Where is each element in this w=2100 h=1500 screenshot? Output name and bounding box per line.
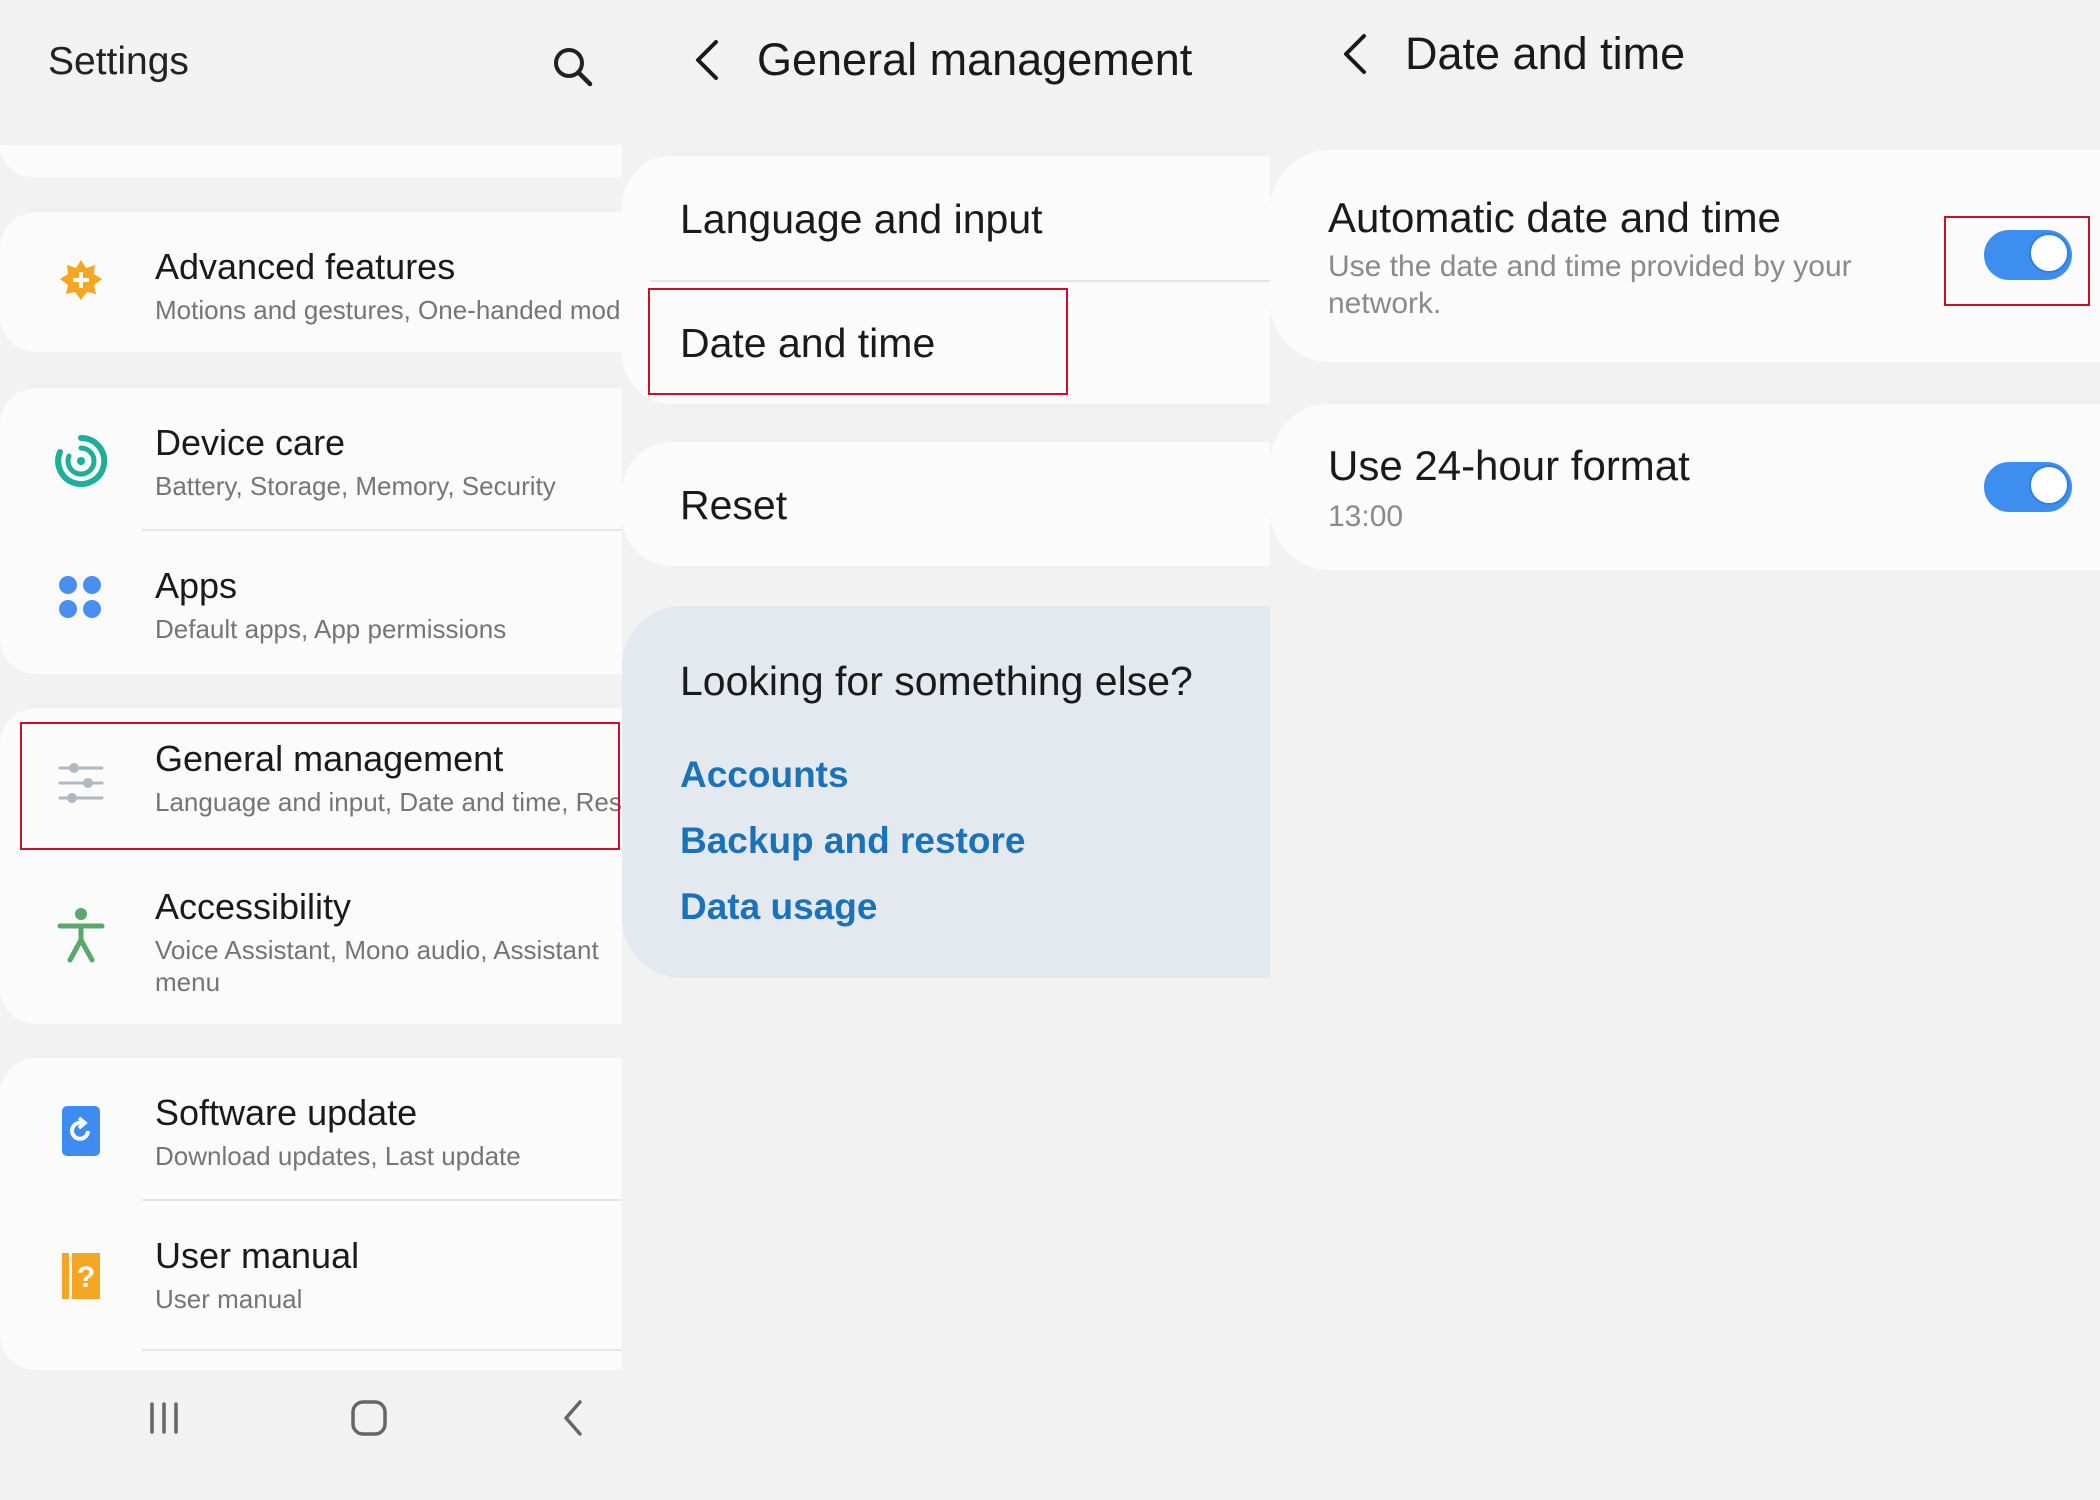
item-subtitle: Battery, Storage, Memory, Security bbox=[155, 471, 556, 501]
menu-item-reset[interactable]: Reset bbox=[680, 482, 787, 529]
settings-pane: Settings Advanced features Motions and g… bbox=[0, 0, 622, 1500]
user-manual-icon: ? bbox=[52, 1247, 110, 1305]
setting-subtitle: 13:00 bbox=[1328, 500, 1404, 533]
item-subtitle: User manual bbox=[155, 1284, 303, 1314]
item-title: Advanced features bbox=[155, 246, 456, 287]
item-title: User manual bbox=[155, 1235, 360, 1276]
software-update-icon bbox=[52, 1102, 110, 1160]
recents-icon[interactable] bbox=[134, 1378, 194, 1458]
item-subtitle: Default apps, App permissions bbox=[155, 614, 507, 644]
page-title: General management bbox=[757, 34, 1193, 85]
settings-title: Settings bbox=[48, 40, 189, 83]
setting-subtitle: Use the date and time provided by your n… bbox=[1328, 250, 1852, 320]
setting-24-hour-format[interactable]: Use 24-hour format 13:00 bbox=[1270, 404, 2100, 570]
general-management-pane: General management Language and input Da… bbox=[622, 0, 1270, 1500]
accessibility-person-icon bbox=[52, 906, 110, 964]
setting-title: Automatic date and time bbox=[1328, 194, 1781, 241]
highlight-automatic-toggle bbox=[1944, 216, 2090, 306]
item-subtitle-line-1: Voice Assistant, Mono audio, Assistant bbox=[155, 935, 599, 965]
item-title: Device care bbox=[155, 422, 346, 463]
settings-item-user-manual[interactable]: ? User manual User manual bbox=[0, 1201, 622, 1351]
setting-title: Use 24-hour format bbox=[1328, 442, 1690, 489]
item-subtitle-line-2: menu bbox=[155, 967, 221, 997]
card-reset: Reset bbox=[622, 442, 1270, 566]
settings-item-device-care[interactable]: Device care Battery, Storage, Memory, Se… bbox=[0, 388, 622, 531]
card-advanced: Advanced features Motions and gestures, … bbox=[0, 212, 622, 352]
item-subtitle: Download updates, Last update bbox=[155, 1141, 521, 1171]
back-arrow-icon[interactable] bbox=[1330, 24, 1380, 84]
suggestions-title: Looking for something else? bbox=[680, 658, 1193, 704]
card-device: Device care Battery, Storage, Memory, Se… bbox=[0, 388, 622, 674]
link-data-usage[interactable]: Data usage bbox=[680, 886, 877, 928]
menu-item-language-and-input[interactable]: Language and input bbox=[680, 196, 1043, 243]
highlight-date-and-time bbox=[648, 288, 1068, 395]
date-and-time-pane: Date and time Automatic date and time Us… bbox=[1270, 0, 2100, 1500]
search-icon[interactable] bbox=[548, 42, 598, 92]
puzzle-gear-icon bbox=[52, 252, 110, 310]
back-arrow-icon[interactable] bbox=[682, 30, 732, 90]
svg-text:?: ? bbox=[77, 1261, 95, 1294]
device-care-icon bbox=[52, 432, 110, 490]
home-icon[interactable] bbox=[339, 1378, 399, 1458]
link-backup-and-restore[interactable]: Backup and restore bbox=[680, 820, 1025, 862]
back-icon[interactable] bbox=[544, 1378, 604, 1458]
settings-item-accessibility[interactable]: Accessibility Voice Assistant, Mono audi… bbox=[0, 850, 622, 1024]
24-hour-format-toggle[interactable] bbox=[1984, 462, 2072, 512]
item-title: Accessibility bbox=[155, 886, 352, 927]
item-title: Software update bbox=[155, 1092, 418, 1133]
divider bbox=[142, 1349, 622, 1351]
item-title: Apps bbox=[155, 565, 238, 606]
link-accounts[interactable]: Accounts bbox=[680, 754, 849, 796]
page-title: Date and time bbox=[1405, 28, 1686, 79]
settings-item-apps[interactable]: Apps Default apps, App permissions bbox=[0, 531, 622, 674]
navigation-bar bbox=[0, 1378, 622, 1458]
suggestions-card: Looking for something else? Accounts Bac… bbox=[622, 606, 1270, 978]
highlight-general-management bbox=[20, 722, 620, 850]
toggle-knob bbox=[2029, 465, 2069, 505]
item-subtitle: Motions and gestures, One-handed mod bbox=[155, 295, 621, 325]
apps-dots-icon bbox=[52, 569, 110, 627]
settings-item-software-update[interactable]: Software update Download updates, Last u… bbox=[0, 1058, 622, 1201]
settings-item-advanced-features[interactable]: Advanced features Motions and gestures, … bbox=[0, 212, 622, 352]
card-software: Software update Download updates, Last u… bbox=[0, 1058, 622, 1370]
previous-card-edge bbox=[0, 145, 622, 177]
divider bbox=[650, 280, 1270, 282]
